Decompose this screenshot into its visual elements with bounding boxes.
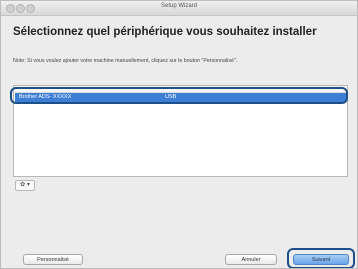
window-title: Setup Wizard xyxy=(160,3,197,9)
custom-button[interactable]: Personnalisé xyxy=(23,254,83,265)
instruction-note: Note: Si vous voulez ajouter votre machi… xyxy=(13,58,238,64)
next-button-highlight xyxy=(287,248,355,268)
page-heading: Sélectionnez quel périphérique vous souh… xyxy=(13,26,317,38)
selected-row-highlight xyxy=(10,87,348,104)
gear-icon[interactable]: ✿ ▾ xyxy=(15,180,35,191)
title-bar: Setup Wizard xyxy=(1,1,357,16)
setup-wizard-window: Setup Wizard Sélectionnez quel périphéri… xyxy=(0,0,358,269)
cancel-button[interactable]: Annuler xyxy=(225,254,277,265)
